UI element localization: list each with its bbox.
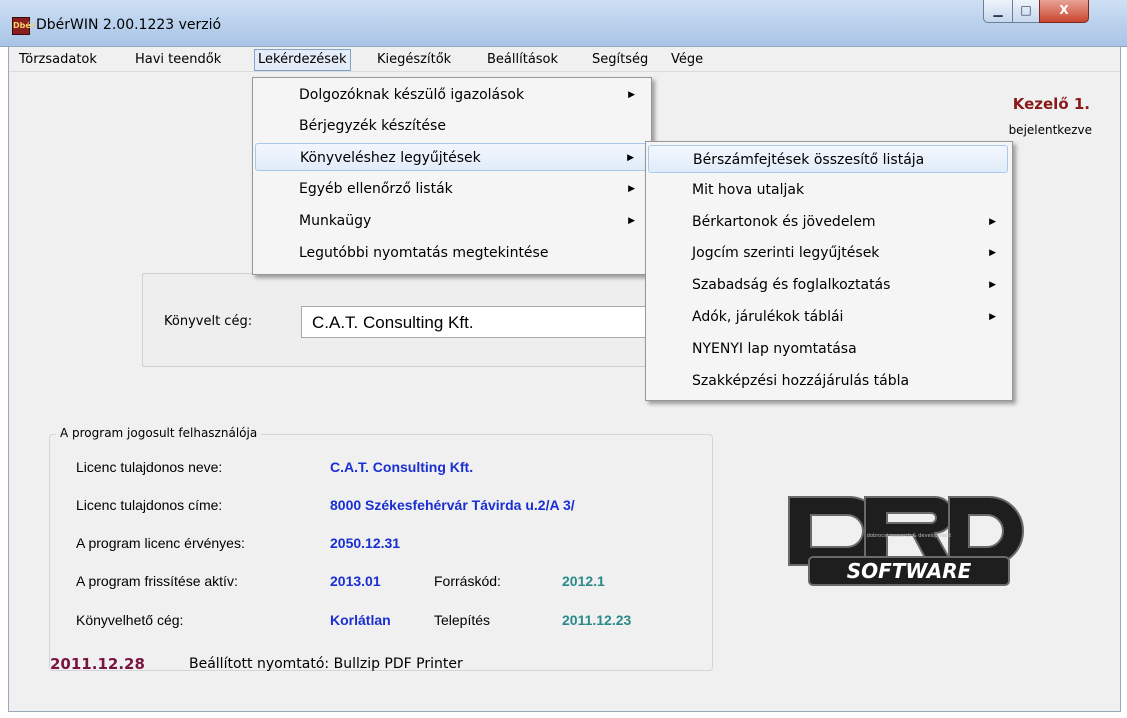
menu-item-label: Bérszámfejtések összesítő listája xyxy=(693,152,925,168)
owner-address-label: Licenc tulajdonos címe: xyxy=(76,497,223,513)
menu-item-label: Munkaügy xyxy=(299,213,372,229)
company-panel: Könyvelt cég: C.A.T. Consulting Kft. xyxy=(142,273,714,367)
menu-item-label: Egyéb ellenőrző listák xyxy=(299,181,453,197)
menu-lekerdezesek[interactable]: Lekérdezések xyxy=(254,49,351,71)
submenu-arrow-icon: ▶ xyxy=(628,184,635,194)
license-valid-label: A program licenc érvényes: xyxy=(76,535,245,551)
menu-item-label: Adók, járulékok táblái xyxy=(692,309,844,325)
app-icon: Dbér xyxy=(12,17,35,35)
submenu-arrow-icon: ▶ xyxy=(989,280,996,290)
menu-item-mit-hova-utaljak[interactable]: Mit hova utaljak xyxy=(648,176,1008,204)
submenu-arrow-icon: ▶ xyxy=(989,248,996,258)
source-label: Forráskód: xyxy=(434,573,501,589)
menu-item-label: Könyveléshez legyűjtések xyxy=(300,150,481,166)
printer-status: Beállított nyomtató: Bullzip PDF Printer xyxy=(189,656,463,672)
menu-item-berkartonok[interactable]: Bérkartonok és jövedelem ▶ xyxy=(648,208,1008,236)
menu-torzsadatok[interactable]: Törzsadatok xyxy=(19,51,97,69)
logo-tagline: dobrocsi research & development xyxy=(867,533,951,539)
install-label: Telepítés xyxy=(434,612,491,628)
drd-software-logo: SOFTWARE dobrocsi research & development xyxy=(788,496,1024,586)
window-title: DbérWIN 2.00.1223 verzió xyxy=(36,17,222,33)
menu-item-label: Bérjegyzék készítése xyxy=(299,118,446,134)
submenu-arrow-icon: ▶ xyxy=(989,312,996,322)
update-label: A program frissítése aktív: xyxy=(76,573,238,589)
companies-value: Korlátlan xyxy=(330,612,391,628)
source-value: 2012.1 xyxy=(562,573,605,589)
menu-bar: Törzsadatok Havi teendők Lekérdezések Ki… xyxy=(9,47,1120,72)
license-legend: A program jogosult felhasználója xyxy=(56,426,262,440)
menu-item-label: Szabadság és foglalkoztatás xyxy=(692,277,891,293)
install-value: 2011.12.23 xyxy=(562,612,632,628)
submenu-arrow-icon: ▶ xyxy=(989,217,996,227)
maximize-button[interactable]: □ xyxy=(1012,0,1040,23)
operator-name: Kezelő 1. xyxy=(1012,95,1090,113)
menu-item-szakkepzesi[interactable]: Szakképzési hozzájárulás tábla xyxy=(648,367,1008,395)
update-value: 2013.01 xyxy=(330,573,381,589)
menu-item-berjegyzek[interactable]: Bérjegyzék készítése xyxy=(255,112,647,140)
menu-item-munkaugy[interactable]: Munkaügy ▶ xyxy=(255,207,647,235)
close-button[interactable]: X xyxy=(1039,0,1089,23)
menu-item-egyeb-listak[interactable]: Egyéb ellenőrző listák ▶ xyxy=(255,175,647,203)
company-field[interactable]: C.A.T. Consulting Kft. xyxy=(301,306,681,338)
menu-segitseg[interactable]: Segítség xyxy=(592,51,648,69)
menu-item-label: Dolgozóknak készülő igazolások xyxy=(299,87,525,103)
menu-item-dolgozoknak[interactable]: Dolgozóknak készülő igazolások ▶ xyxy=(255,81,647,109)
menu-item-label: Szakképzési hozzájárulás tábla xyxy=(692,373,910,389)
title-bar: Dbér DbérWIN 2.00.1223 verzió ▁ □ X xyxy=(0,0,1127,47)
menu-item-jogcim[interactable]: Jogcím szerinti legyűjtések ▶ xyxy=(648,239,1008,267)
company-label: Könyvelt cég: xyxy=(164,314,253,329)
menu-item-legutobbi-nyomtatas[interactable]: Legutóbbi nyomtatás megtekintése xyxy=(255,239,647,267)
submenu-arrow-icon: ▶ xyxy=(628,90,635,100)
operator-status: bejelentkezve xyxy=(1008,123,1092,137)
logo-text: SOFTWARE xyxy=(847,559,972,583)
submenu-arrow-icon: ▶ xyxy=(627,153,634,163)
menu-item-adok-jarulekok[interactable]: Adók, járulékok táblái ▶ xyxy=(648,303,1008,331)
menu-item-label: Bérkartonok és jövedelem xyxy=(692,214,876,230)
owner-name-value: C.A.T. Consulting Kft. xyxy=(330,459,474,475)
menu-item-label: Legutóbbi nyomtatás megtekintése xyxy=(299,245,549,261)
menu-havi-teendok[interactable]: Havi teendők xyxy=(135,51,221,69)
menu-item-label: NYENYI lap nyomtatása xyxy=(692,341,857,357)
submenu-arrow-icon: ▶ xyxy=(628,216,635,226)
license-group: A program jogosult felhasználója Licenc … xyxy=(49,426,713,671)
owner-name-label: Licenc tulajdonos neve: xyxy=(76,459,223,475)
minimize-button[interactable]: ▁ xyxy=(983,0,1013,23)
menu-vege[interactable]: Vége xyxy=(671,51,703,69)
license-valid-value: 2050.12.31 xyxy=(330,535,401,551)
menu-item-konyveleshez[interactable]: Könyveléshez legyűjtések ▶ xyxy=(255,143,647,171)
menu-beallitasok[interactable]: Beállítások xyxy=(487,51,558,69)
menu-kiegeszitok[interactable]: Kiegészítők xyxy=(377,51,451,69)
menu-item-berszamfejtesek[interactable]: Bérszámfejtések összesítő listája xyxy=(648,145,1008,173)
menu-item-nyenyi[interactable]: NYENYI lap nyomtatása xyxy=(648,335,1008,363)
menu-item-szabadsag[interactable]: Szabadság és foglalkoztatás ▶ xyxy=(648,271,1008,299)
konyveles-submenu: Bérszámfejtések összesítő listája Mit ho… xyxy=(645,141,1013,401)
menu-item-label: Mit hova utaljak xyxy=(692,182,805,198)
owner-address-value: 8000 Székesfehérvár Távirda u.2/A 3/ xyxy=(330,497,575,513)
lekerdezesek-dropdown: Dolgozóknak készülő igazolások ▶ Bérjegyz… xyxy=(252,77,652,275)
menu-item-label: Jogcím szerinti legyűjtések xyxy=(692,245,880,261)
companies-label: Könyvelhető cég: xyxy=(76,612,184,628)
footer-date: 2011.12.28 xyxy=(50,655,145,673)
